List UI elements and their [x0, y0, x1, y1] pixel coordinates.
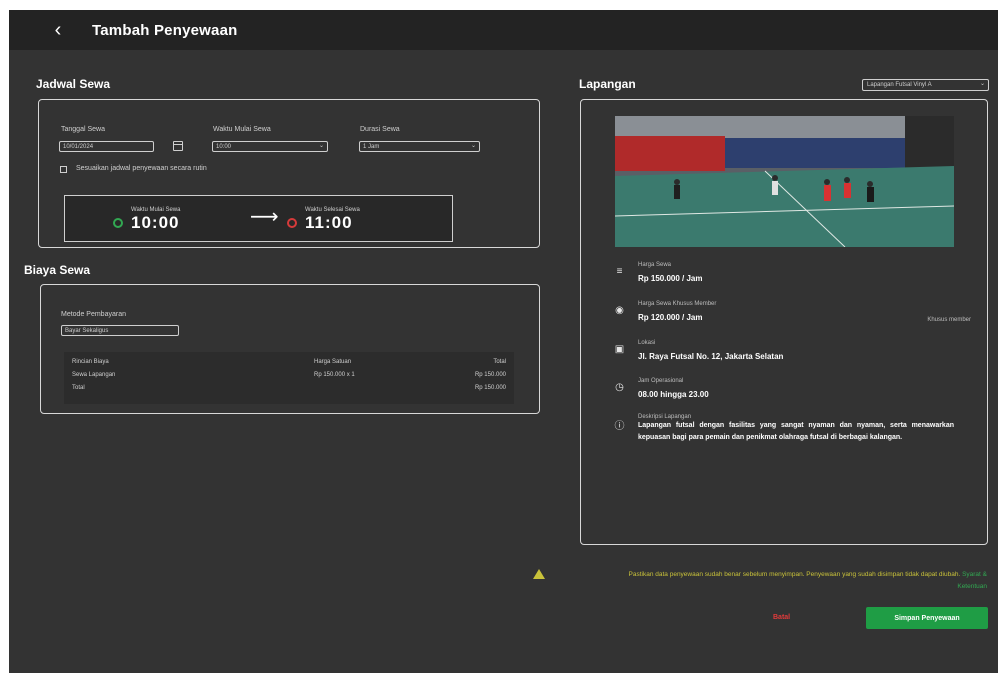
biaya-card: Metode Pembayaran Bayar Sekaligus Rincia…: [40, 284, 540, 414]
chevron-down-icon: ⌄: [979, 81, 985, 87]
harga-label: Harga Sewa: [638, 262, 672, 268]
mulai-label: Waktu Mulai Sewa: [213, 126, 271, 133]
futsal-court-image: [615, 116, 954, 247]
location-icon: ▣: [614, 344, 625, 355]
chevron-down-icon: ⌄: [318, 143, 324, 149]
info-icon: ⓘ: [614, 421, 625, 432]
lapangan-title: Lapangan: [579, 77, 636, 91]
money-icon: ≡: [616, 266, 623, 277]
cancel-button[interactable]: Batal: [773, 614, 790, 621]
jam-label: Jam Operasional: [638, 378, 684, 384]
harga-member-value: Rp 120.000 / Jam: [638, 313, 703, 322]
table-cell: Rp 150.000: [474, 372, 506, 378]
warning-text: Pastikan data penyewaan sudah benar sebe…: [607, 569, 987, 593]
clock-icon: ◷: [615, 382, 624, 393]
table-header: Rincian Biaya: [72, 359, 109, 365]
lapangan-select[interactable]: Lapangan Futsal Vinyl A ⌄: [862, 79, 989, 91]
table-cell: Sewa Lapangan: [72, 372, 116, 378]
durasi-label: Durasi Sewa: [360, 126, 400, 133]
start-time: 10:00: [131, 213, 180, 232]
jadwal-title: Jadwal Sewa: [36, 77, 111, 91]
table-header: Total: [493, 359, 506, 365]
table-cell: Rp 150.000 x 1: [314, 372, 355, 378]
member-icon: ◉: [615, 305, 624, 316]
durasi-select[interactable]: 1 Jam ⌄: [359, 141, 480, 152]
rutin-checkbox[interactable]: [60, 166, 67, 173]
clock-green-icon: [113, 218, 123, 228]
submit-button[interactable]: Simpan Penyewaan: [866, 607, 988, 629]
top-bar: ‹ Tambah Penyewaan: [9, 10, 998, 50]
app-frame: ‹ Tambah Penyewaan Jadwal Sewa Tanggal S…: [9, 10, 998, 673]
tanggal-label: Tanggal Sewa: [61, 126, 105, 133]
back-arrow-icon[interactable]: ‹: [46, 18, 70, 42]
deskripsi-value: Lapangan futsal dengan fasilitas yang sa…: [638, 422, 954, 441]
table-header: Harga Satuan: [314, 359, 352, 365]
warning-message: Pastikan data penyewaan sudah benar sebe…: [628, 571, 961, 578]
chevron-down-icon: ⌄: [470, 143, 476, 149]
tanggal-input[interactable]: 10/01/2024: [59, 141, 154, 152]
harga-value: Rp 150.000 / Jam: [638, 274, 703, 283]
time-summary: Waktu Mulai Sewa 10:00 ⟶ Waktu Selesai S…: [64, 195, 453, 242]
clock-red-icon: [287, 218, 297, 228]
arrow-right-icon: ⟶: [250, 206, 279, 228]
lapangan-select-value: Lapangan Futsal Vinyl A: [867, 82, 932, 88]
warning-icon: [533, 569, 545, 579]
metode-label: Metode Pembayaran: [61, 311, 126, 318]
cost-table: Rincian Biaya Harga Satuan Total Sewa La…: [64, 352, 514, 404]
lokasi-label: Lokasi: [638, 340, 656, 346]
mulai-select[interactable]: 10:00 ⌄: [212, 141, 328, 152]
terms-link[interactable]: Syarat & Ketentuan: [957, 571, 987, 590]
harga-member-label: Harga Sewa Khusus Member: [638, 301, 717, 307]
tanggal-value: 10/01/2024: [63, 143, 94, 150]
table-cell: Rp 150.000: [474, 385, 506, 391]
durasi-value: 1 Jam: [363, 143, 380, 150]
jadwal-card: Tanggal Sewa 10/01/2024 Waktu Mulai Sewa…: [38, 99, 540, 248]
lokasi-value: Jl. Raya Futsal No. 12, Jakarta Selatan: [638, 352, 784, 361]
field-photo: [615, 116, 954, 247]
biaya-title: Biaya Sewa: [24, 263, 91, 277]
metode-select[interactable]: Bayar Sekaligus: [61, 325, 179, 336]
rutin-label: Sesuaikan jadwal penyewaan secara rutin: [76, 165, 207, 172]
harga-member-note: Khusus member: [927, 317, 971, 323]
table-cell: Total: [72, 385, 85, 391]
lapangan-card: ≡ Harga Sewa Rp 150.000 / Jam ◉ Harga Se…: [580, 99, 988, 545]
end-time: 11:00: [305, 213, 353, 232]
jam-value: 08.00 hingga 23.00: [638, 390, 709, 399]
page-title: Tambah Penyewaan: [92, 21, 238, 39]
mulai-value: 10:00: [216, 143, 232, 150]
metode-value: Bayar Sekaligus: [65, 327, 109, 334]
